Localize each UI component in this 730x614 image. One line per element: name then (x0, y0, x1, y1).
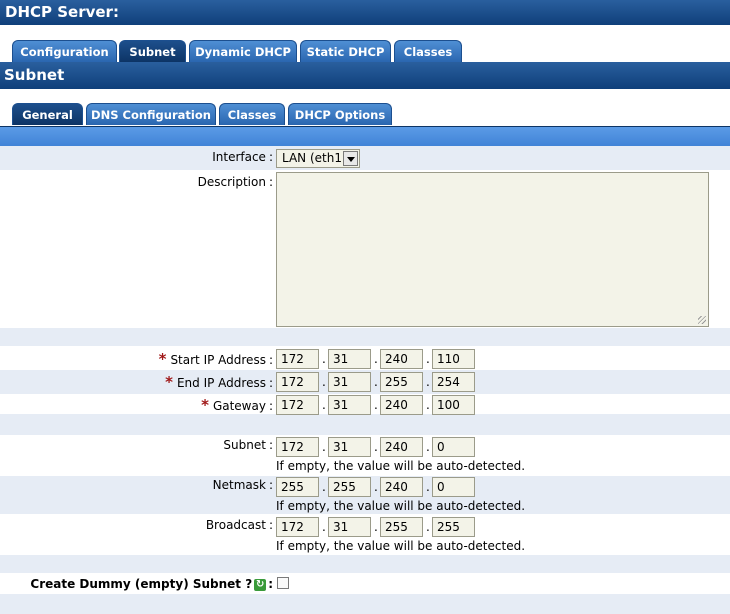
subnet-octet-2[interactable]: 31 (328, 437, 371, 457)
app-title: DHCP Server: (0, 0, 730, 25)
subnet-octet-3[interactable]: 240 (380, 437, 423, 457)
description-textarea[interactable] (276, 172, 709, 327)
subnet-octet-1[interactable]: 172 (276, 437, 319, 457)
broadcast-hint: If empty, the value will be auto-detecte… (276, 539, 526, 553)
end-ip-octet-1[interactable]: 172 (276, 372, 319, 392)
subnet-label: Subnet: (223, 438, 273, 452)
resize-grip-icon[interactable] (698, 316, 706, 324)
interface-label: Interface: (212, 150, 273, 164)
tab-configuration[interactable]: Configuration (12, 40, 117, 62)
section-title: Subnet (0, 62, 730, 89)
start-ip-label: * Start IP Address: (158, 350, 273, 368)
netmask-octet-3[interactable]: 240 (380, 477, 423, 497)
netmask-octet-2[interactable]: 255 (328, 477, 371, 497)
start-ip-octet-2[interactable]: 31 (328, 349, 371, 369)
chevron-down-icon[interactable] (343, 151, 358, 166)
end-ip-label: * End IP Address: (165, 373, 273, 391)
netmask-label: Netmask: (212, 478, 273, 492)
netmask-octet-4[interactable]: 0 (432, 477, 475, 497)
subtab-classes[interactable]: Classes (219, 103, 285, 125)
subtab-general[interactable]: General (12, 103, 83, 125)
tab-subnet[interactable]: Subnet (119, 40, 186, 62)
row-bg (0, 414, 730, 435)
gateway-octet-4[interactable]: 100 (432, 395, 475, 415)
sub-tab-bar: General DNS Configuration Classes DHCP O… (0, 89, 730, 126)
end-ip-octet-2[interactable]: 31 (328, 372, 371, 392)
row-bg (0, 146, 730, 170)
subnet-hint: If empty, the value will be auto-detecte… (276, 459, 526, 473)
gateway-octet-2[interactable]: 31 (328, 395, 371, 415)
interface-select[interactable]: LAN (eth1) (276, 149, 360, 168)
gateway-label: * Gateway: (201, 396, 273, 414)
subtab-dns-configuration[interactable]: DNS Configuration (86, 103, 216, 125)
end-ip-octet-4[interactable]: 254 (432, 372, 475, 392)
subtab-dhcp-options[interactable]: DHCP Options (288, 103, 392, 125)
tab-dynamic-dhcp[interactable]: Dynamic DHCP (189, 40, 297, 62)
tab-static-dhcp[interactable]: Static DHCP (300, 40, 391, 62)
broadcast-octet-4[interactable]: 255 (432, 517, 475, 537)
netmask-octet-1[interactable]: 255 (276, 477, 319, 497)
end-ip-octet-3[interactable]: 255 (380, 372, 423, 392)
dummy-subnet-label: Create Dummy (empty) Subnet ? ↻: (30, 577, 273, 591)
broadcast-octet-2[interactable]: 31 (328, 517, 371, 537)
row-bg (0, 594, 730, 614)
netmask-hint: If empty, the value will be auto-detecte… (276, 499, 526, 513)
form-header-strip (0, 126, 730, 147)
broadcast-label: Broadcast: (205, 518, 273, 532)
description-label: Description: (197, 175, 273, 189)
start-ip-octet-1[interactable]: 172 (276, 349, 319, 369)
dummy-subnet-checkbox[interactable] (277, 577, 289, 589)
broadcast-octet-3[interactable]: 255 (380, 517, 423, 537)
row-bg (0, 555, 730, 573)
broadcast-octet-1[interactable]: 172 (276, 517, 319, 537)
top-tab-bar: Configuration Subnet Dynamic DHCP Static… (0, 25, 730, 62)
gateway-octet-3[interactable]: 240 (380, 395, 423, 415)
start-ip-octet-4[interactable]: 110 (432, 349, 475, 369)
refresh-help-icon[interactable]: ↻ (254, 578, 267, 591)
row-bg (0, 328, 730, 346)
subnet-octet-4[interactable]: 0 (432, 437, 475, 457)
gateway-octet-1[interactable]: 172 (276, 395, 319, 415)
start-ip-octet-3[interactable]: 240 (380, 349, 423, 369)
tab-classes[interactable]: Classes (394, 40, 462, 62)
